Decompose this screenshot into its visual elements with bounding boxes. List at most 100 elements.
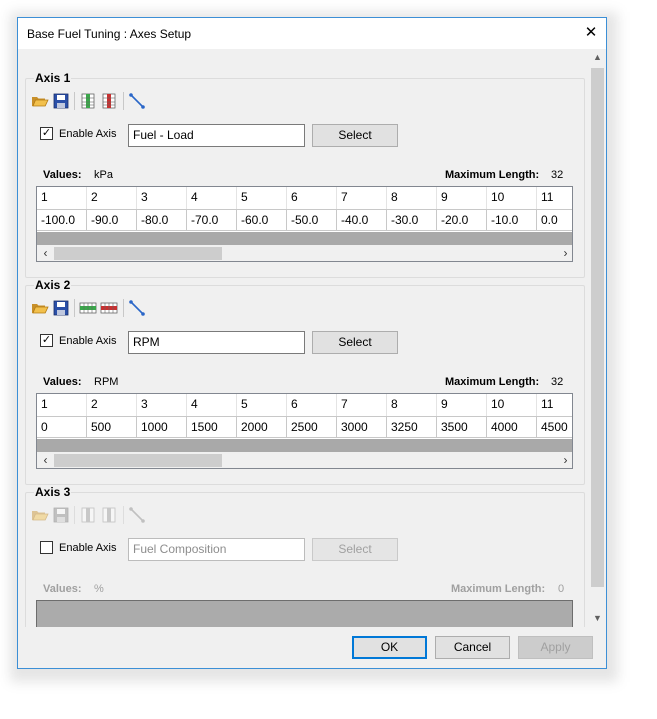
- scroll-left-icon[interactable]: ‹: [37, 245, 54, 261]
- grid-column-header: 2: [87, 394, 137, 416]
- cancel-button[interactable]: Cancel: [435, 636, 510, 659]
- max-length-label: Maximum Length:: [445, 376, 540, 388]
- axis-1-toolbar: [31, 91, 181, 111]
- grid-value-cell[interactable]: -100.0: [37, 209, 87, 231]
- axis-2-toolbar: [31, 298, 181, 318]
- axis-1-values-row: Values: kPa Maximum Length: 32: [26, 169, 584, 183]
- grid-column-header: 3: [137, 187, 187, 209]
- grid-value-cell[interactable]: -80.0: [137, 209, 187, 231]
- grid-value-cell[interactable]: -30.0: [387, 209, 437, 231]
- window-title: Base Fuel Tuning : Axes Setup: [27, 27, 192, 41]
- scroll-thumb[interactable]: [54, 247, 222, 260]
- insert-column-icon[interactable]: [79, 92, 97, 110]
- grid-value-cell[interactable]: 2500: [287, 416, 337, 438]
- grid-value-cell[interactable]: 1500: [187, 416, 237, 438]
- grid-value-cell[interactable]: -70.0: [187, 209, 237, 231]
- axis-3-enable-label: Enable Axis: [59, 542, 117, 554]
- grid-empty-area: [37, 439, 572, 452]
- axis-1-max-length: 32: [551, 169, 564, 181]
- grid-column-header: 8: [387, 187, 437, 209]
- scroll-left-icon[interactable]: ‹: [37, 452, 54, 468]
- axis-2-select-button[interactable]: Select: [312, 331, 398, 354]
- interpolate-icon[interactable]: [128, 92, 146, 110]
- max-length-label: Maximum Length:: [451, 583, 546, 595]
- axis-3-unit: %: [94, 583, 104, 595]
- axis-3-name-field: Fuel Composition: [128, 538, 305, 561]
- save-icon[interactable]: [52, 299, 70, 317]
- grid-column-header: 10: [487, 187, 537, 209]
- grid-value-cell[interactable]: -20.0: [437, 209, 487, 231]
- grid-column-header: 1: [37, 394, 87, 416]
- axis-2-enable-label: Enable Axis: [59, 335, 117, 347]
- axis-3-grid: [36, 600, 573, 627]
- axis-1-group: Axis 1 ✓ Enable Axis Fuel - Load Select …: [25, 71, 585, 278]
- title-bar: Base Fuel Tuning : Axes Setup ✕: [18, 18, 606, 49]
- scroll-thumb[interactable]: [54, 454, 222, 467]
- horizontal-scrollbar[interactable]: ‹ ›: [37, 452, 572, 468]
- values-label: Values:: [43, 169, 82, 181]
- grid-column-header: 10: [487, 394, 537, 416]
- close-button[interactable]: ✕: [580, 22, 602, 44]
- open-icon[interactable]: [31, 299, 49, 317]
- axes-setup-dialog: Base Fuel Tuning : Axes Setup ✕ Axis 1 ✓…: [17, 17, 607, 669]
- open-icon[interactable]: [31, 92, 49, 110]
- grid-value-cell[interactable]: 2000: [237, 416, 287, 438]
- interpolate-icon: [128, 506, 146, 524]
- toolbar-separator: [123, 299, 124, 317]
- axis-2-name-field[interactable]: RPM: [128, 331, 305, 354]
- grid-column-header: 7: [337, 187, 387, 209]
- grid-value-cell[interactable]: 500: [87, 416, 137, 438]
- axis-3-values-row: Values: % Maximum Length: 0: [26, 583, 584, 597]
- grid-value-cell[interactable]: 4500: [537, 416, 572, 438]
- insert-row-icon[interactable]: [79, 299, 97, 317]
- axis-2-max-length: 32: [551, 376, 564, 388]
- axis-2-enable-checkbox[interactable]: ✓: [40, 334, 53, 347]
- grid-value-cell[interactable]: -10.0: [487, 209, 537, 231]
- grid-value-cell[interactable]: -40.0: [337, 209, 387, 231]
- scroll-right-icon[interactable]: ›: [557, 452, 572, 468]
- ok-button[interactable]: OK: [352, 636, 427, 659]
- scroll-thumb[interactable]: [591, 68, 604, 587]
- grid-column-header: 9: [437, 187, 487, 209]
- values-label: Values:: [43, 583, 82, 595]
- scroll-up-icon[interactable]: ▲: [589, 49, 606, 66]
- delete-row-icon[interactable]: [100, 299, 118, 317]
- delete-column-icon: [100, 506, 118, 524]
- grid-column-header: 6: [287, 187, 337, 209]
- grid-column-header: 6: [287, 394, 337, 416]
- scroll-down-icon[interactable]: ▼: [589, 610, 606, 627]
- grid-value-cell[interactable]: 0: [37, 416, 87, 438]
- axis-1-select-button[interactable]: Select: [312, 124, 398, 147]
- grid-value-cell[interactable]: 0.0: [537, 209, 572, 231]
- axis-1-grid[interactable]: 1 2 3 4 5 6 7 8 9 10 11 -100.0 -90.0 -80.0 -70.0 -60.0-…: [36, 186, 573, 262]
- open-icon[interactable]: [31, 506, 49, 524]
- scroll-right-icon[interactable]: ›: [557, 245, 572, 261]
- grid-column-header: 8: [387, 394, 437, 416]
- grid-value-cell[interactable]: -60.0: [237, 209, 287, 231]
- horizontal-scrollbar[interactable]: ‹ ›: [37, 245, 572, 261]
- axis-2-group: Axis 2 ✓ Enable Axis RPM Select Values: …: [25, 278, 585, 485]
- vertical-scrollbar[interactable]: ▲ ▼: [589, 49, 606, 627]
- grid-value-cell[interactable]: 3250: [387, 416, 437, 438]
- axis-2-values-row: Values: RPM Maximum Length: 32: [26, 376, 584, 390]
- grid-value-cell[interactable]: 3000: [337, 416, 387, 438]
- grid-value-cell[interactable]: 4000: [487, 416, 537, 438]
- grid-value-cell[interactable]: 1000: [137, 416, 187, 438]
- grid-value-cell[interactable]: -90.0: [87, 209, 137, 231]
- axis-1-enable-checkbox[interactable]: ✓: [40, 127, 53, 140]
- axis-2-title: Axis 2: [34, 278, 72, 292]
- axis-2-enable-row: ✓ Enable Axis RPM Select: [40, 331, 570, 354]
- axis-3-enable-checkbox[interactable]: [40, 541, 53, 554]
- grid-value-cell[interactable]: -50.0: [287, 209, 337, 231]
- interpolate-icon[interactable]: [128, 299, 146, 317]
- grid-value-cell[interactable]: 3500: [437, 416, 487, 438]
- axis-3-enable-row: Enable Axis Fuel Composition Select: [40, 538, 570, 561]
- save-icon[interactable]: [52, 92, 70, 110]
- axis-3-max-length: 0: [558, 583, 565, 595]
- axis-2-grid[interactable]: 1 2 3 4 5 6 7 8 9 10 11 0 500 1000 1500 2000 2500 3000 325…: [36, 393, 573, 469]
- max-length-label: Maximum Length:: [445, 169, 540, 181]
- axis-1-name-field[interactable]: Fuel - Load: [128, 124, 305, 147]
- save-icon: [52, 506, 70, 524]
- grid-empty-area: [37, 232, 572, 245]
- delete-column-icon[interactable]: [100, 92, 118, 110]
